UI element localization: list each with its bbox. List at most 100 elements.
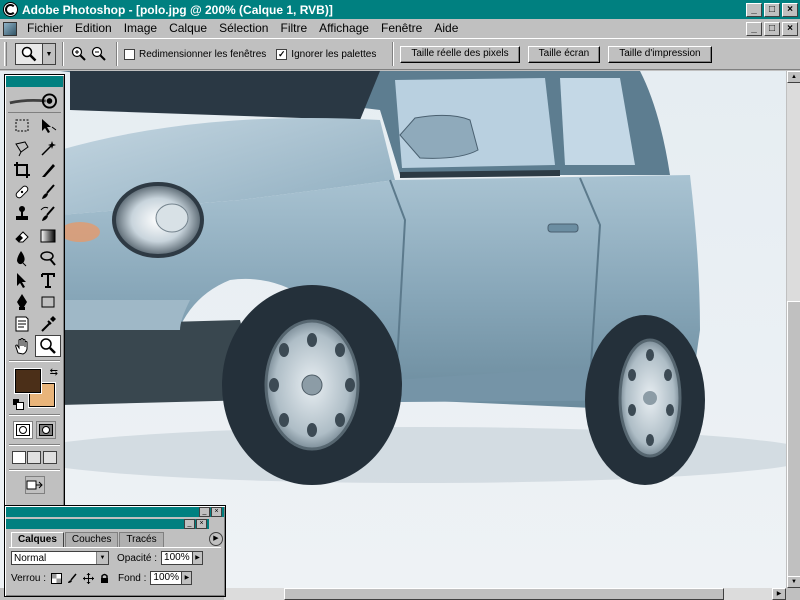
resize-windows-option[interactable]: Redimensionner les fenêtres xyxy=(124,48,266,60)
history-brush-tool[interactable] xyxy=(35,203,61,225)
full-screen-menu-mode-button[interactable] xyxy=(27,451,42,464)
ignore-palettes-checkbox[interactable]: ✓ xyxy=(276,48,288,60)
palette-menu-button[interactable]: ▶ xyxy=(209,532,223,546)
lock-image-pixels-icon[interactable] xyxy=(66,572,78,584)
palette-back-close-button[interactable]: × xyxy=(211,507,222,517)
menu-fenetre[interactable]: Fenêtre xyxy=(375,19,428,38)
path-selection-tool[interactable] xyxy=(9,269,35,291)
menu-aide[interactable]: Aide xyxy=(428,19,464,38)
magic-wand-tool[interactable] xyxy=(35,137,61,159)
eraser-tool[interactable] xyxy=(9,225,35,247)
opacity-input[interactable]: 100% xyxy=(161,551,194,565)
ignore-palettes-option[interactable]: ✓ Ignorer les palettes xyxy=(276,48,377,60)
palette-minimize-button[interactable]: _ xyxy=(184,519,195,529)
palette-close-button[interactable]: × xyxy=(196,519,207,529)
ignore-palettes-label: Ignorer les palettes xyxy=(291,48,377,60)
menu-filtre[interactable]: Filtre xyxy=(274,19,313,38)
marquee-tool[interactable] xyxy=(9,115,35,137)
lasso-tool[interactable] xyxy=(9,137,35,159)
actual-pixels-button[interactable]: Taille réelle des pixels xyxy=(400,45,520,63)
palette-title-bar-back[interactable]: _ × xyxy=(6,507,224,517)
zoom-out-button[interactable] xyxy=(90,45,108,63)
clone-stamp-tool[interactable] xyxy=(9,203,35,225)
tab-calques[interactable]: Calques xyxy=(11,532,64,547)
default-colors-icon[interactable] xyxy=(13,399,24,410)
close-button[interactable]: × xyxy=(782,2,798,17)
menu-edition[interactable]: Edition xyxy=(69,19,118,38)
horizontal-scroll-thumb[interactable] xyxy=(284,588,724,600)
restore-button[interactable]: □ xyxy=(764,2,780,17)
menu-selection[interactable]: Sélection xyxy=(213,19,274,38)
minimize-button[interactable]: _ xyxy=(746,2,762,17)
blend-mode-select[interactable]: Normal ▼ xyxy=(11,551,109,565)
healing-brush-tool[interactable] xyxy=(9,181,35,203)
lasso-icon xyxy=(14,141,29,157)
notes-tool[interactable] xyxy=(9,313,35,335)
blur-tool[interactable] xyxy=(9,247,35,269)
opacity-slider-button[interactable]: ▶ xyxy=(193,551,204,565)
full-screen-mode-button[interactable] xyxy=(43,451,58,464)
menu-affichage[interactable]: Affichage xyxy=(313,19,375,38)
chevron-down-icon: ▼ xyxy=(96,552,108,564)
move-tool[interactable] xyxy=(35,115,61,137)
swap-colors-icon[interactable]: ⇆ xyxy=(50,367,58,378)
resize-windows-checkbox[interactable] xyxy=(124,48,135,60)
type-tool[interactable] xyxy=(35,269,61,291)
fill-slider-button[interactable]: ▶ xyxy=(182,571,193,585)
blend-mode-value: Normal xyxy=(14,552,47,564)
scroll-down-button[interactable]: ▼ xyxy=(787,576,800,588)
quick-mask-mode-button[interactable] xyxy=(36,421,57,439)
window-title: Adobe Photoshop - [polo.jpg @ 200% (Calq… xyxy=(22,2,333,17)
vertical-scrollbar[interactable]: ▲ ▼ xyxy=(786,71,800,588)
tool-preset-dropdown[interactable]: ▼ xyxy=(43,43,56,65)
document-icon[interactable] xyxy=(3,21,17,36)
scroll-up-button[interactable]: ▲ xyxy=(787,71,800,83)
type-t-icon xyxy=(40,273,55,288)
print-size-button[interactable]: Taille d'impression xyxy=(608,45,712,63)
tab-traces[interactable]: Tracés xyxy=(119,532,164,547)
tool-preset-picker[interactable] xyxy=(15,43,43,65)
eyedropper-tool[interactable] xyxy=(35,313,61,335)
zoom-tool[interactable] xyxy=(34,335,61,357)
brush-tool[interactable] xyxy=(35,181,61,203)
fill-input[interactable]: 100% xyxy=(150,571,183,585)
adobe-logo-button[interactable] xyxy=(8,89,61,113)
dodge-tool[interactable] xyxy=(35,247,61,269)
lock-position-icon[interactable] xyxy=(82,572,94,584)
scroll-right-button[interactable]: ▶ xyxy=(772,588,786,600)
gradient-tool[interactable] xyxy=(35,225,61,247)
toolbox-title-bar[interactable] xyxy=(6,76,63,87)
crop-tool[interactable] xyxy=(9,159,35,181)
photoshop-app-icon[interactable] xyxy=(3,2,18,17)
vertical-scroll-thumb[interactable] xyxy=(787,301,800,581)
zoom-in-button[interactable] xyxy=(70,45,88,63)
palette-title-bar[interactable]: _ × xyxy=(6,519,209,529)
slice-tool[interactable] xyxy=(35,159,61,181)
standard-screen-mode-button[interactable] xyxy=(11,451,26,464)
options-grip[interactable] xyxy=(4,42,7,66)
pen-tool[interactable] xyxy=(9,291,35,313)
arrow-pointer-icon xyxy=(16,273,26,288)
jump-to-imageready-button[interactable] xyxy=(24,476,45,494)
doc-restore-button[interactable]: □ xyxy=(764,21,780,36)
layers-palette: _ × _ × Calques Couches Tracés ▶ Normal … xyxy=(4,505,226,597)
standard-mode-button[interactable] xyxy=(12,421,33,439)
menu-fichier[interactable]: Fichier xyxy=(21,19,69,38)
menu-calque[interactable]: Calque xyxy=(163,19,213,38)
doc-close-button[interactable]: × xyxy=(782,21,798,36)
magic-wand-icon xyxy=(40,141,56,156)
palette-back-minimize-button[interactable]: _ xyxy=(199,507,210,517)
foreground-color-swatch[interactable] xyxy=(15,369,41,393)
tab-couches[interactable]: Couches xyxy=(64,532,119,547)
menu-image[interactable]: Image xyxy=(118,19,163,38)
hand-tool[interactable] xyxy=(9,335,35,357)
standard-mode-icon xyxy=(15,424,30,436)
options-bar: ▼ Redimensionner les fenêtres ✓ Ignorer … xyxy=(0,38,800,70)
horizontal-scrollbar[interactable]: ▶ xyxy=(224,588,786,600)
lock-all-icon[interactable] xyxy=(98,572,110,584)
rectangle-tool[interactable] xyxy=(35,291,61,313)
lock-transparency-icon[interactable] xyxy=(50,572,62,584)
adobe-eye-logo-icon xyxy=(9,92,57,109)
fit-screen-button[interactable]: Taille écran xyxy=(527,45,601,63)
doc-minimize-button[interactable]: _ xyxy=(746,21,762,36)
